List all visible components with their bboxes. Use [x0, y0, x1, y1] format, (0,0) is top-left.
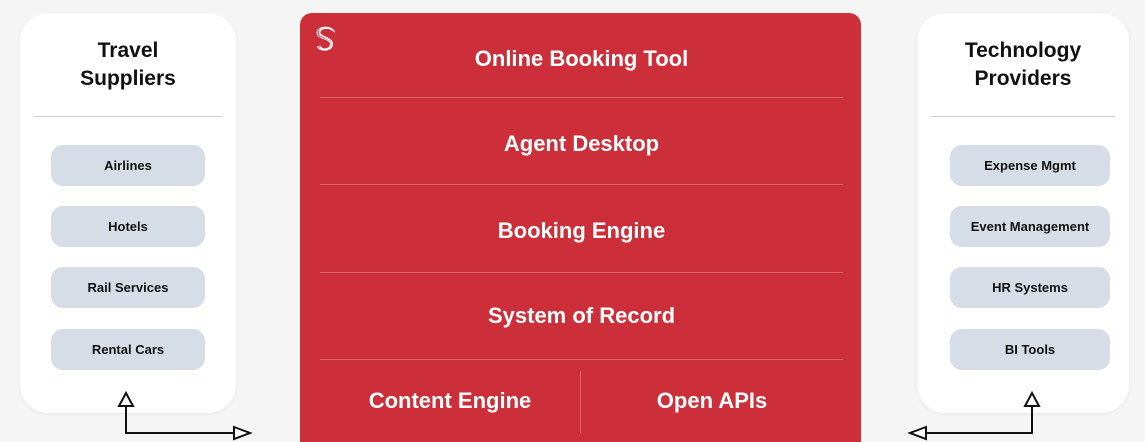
connector-arrows	[117, 390, 1041, 441]
left-connector-arrow	[117, 390, 253, 441]
right-connector-arrow	[907, 390, 1041, 441]
